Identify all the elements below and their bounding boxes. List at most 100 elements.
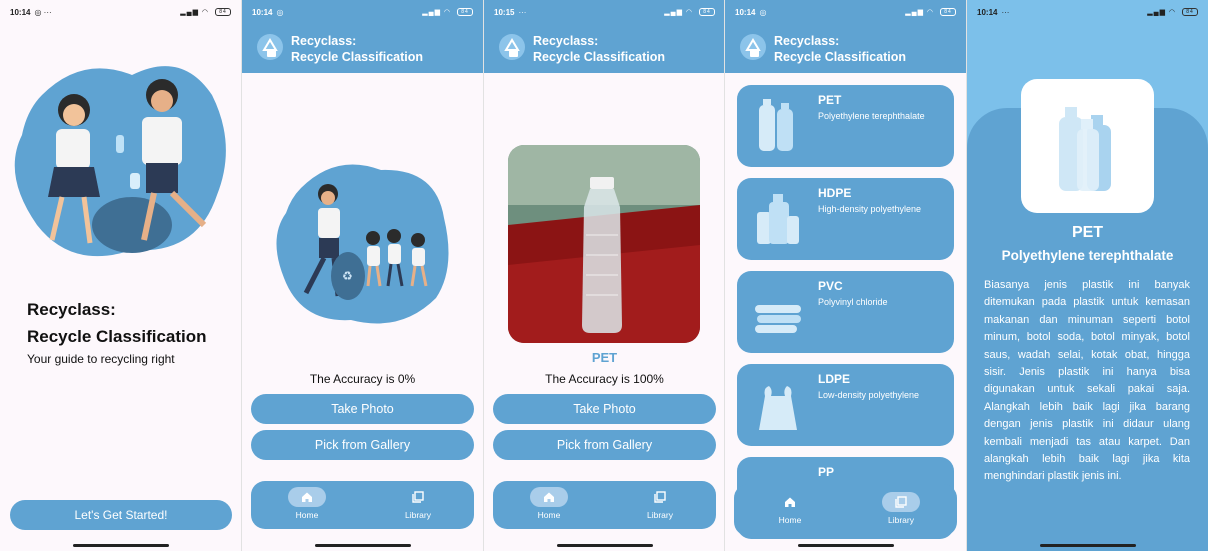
nav-home[interactable]: Home [514,487,584,520]
svg-text:♻: ♻ [342,269,353,283]
nav-library-label: Library [888,515,914,525]
library-card-code: PET [818,93,842,107]
accuracy-text: The Accuracy is 0% [309,372,416,386]
status-time: 10:14 [977,7,998,17]
nav-library-label: Library [405,510,431,520]
app-title-line2: Recycle Classification [774,50,907,64]
recycle-logo-icon [499,34,525,60]
nav-home-indicator [288,487,326,507]
library-card-code: HDPE [818,186,852,200]
notification-icons: ◎ [759,7,767,17]
detail-screen: 10:14 ··· ▂▄▆ ◠ 84 PET Polyethylene tere… [967,0,1208,551]
pvc-pipes-icon [755,305,801,333]
accuracy-text: The Accuracy is 100% [545,372,664,386]
gesture-bar[interactable] [72,544,169,547]
pick-gallery-button[interactable]: Pick from Gallery [493,430,716,460]
nav-library[interactable]: Library [383,487,453,520]
welcome-title-line2: Recycle Classification [27,327,207,346]
gesture-bar[interactable] [556,544,653,547]
nav-home[interactable]: Home [755,492,825,525]
captured-photo [508,145,700,343]
signal-wifi-icons: ▂▄▆ ◠ 84 [180,8,231,17]
app-title-line2: Recycle Classification [291,50,424,64]
signal-wifi-icons: ▂▄▆ ◠ 84 [1147,8,1198,17]
pick-gallery-button[interactable]: Pick from Gallery [251,430,474,460]
welcome-subtitle: Your guide to recycling right [27,352,175,366]
library-card-pvc[interactable]: PVC Polyvinyl chloride [737,271,954,353]
take-photo-button[interactable]: Take Photo [251,394,474,424]
status-bar: 10:14 ··· ▂▄▆ ◠ 84 [967,0,1208,24]
app-title: Recyclass: Recycle Classification [291,33,423,65]
kids-recycling-illustration [14,66,226,257]
welcome-screen: 10:14 ◎ ··· ▂▄▆ ◠ 84 Recyclass: Recycle … [0,0,241,551]
status-time: 10:14 [735,7,756,17]
app-title-line2: Recycle Classification [533,50,666,64]
take-photo-button[interactable]: Take Photo [493,394,716,424]
app-title-line1: Recyclass: [533,34,599,48]
notification-icons: ··· [1001,7,1010,17]
nav-library[interactable]: Library [625,487,695,520]
library-card-name: Polyethylene terephthalate [818,111,925,121]
notification-icons: ◎ ··· [34,7,52,17]
notification-icons: ··· [518,7,527,17]
bottom-navigation: Home Library [734,484,957,536]
gesture-bar[interactable] [314,544,411,547]
app-bar: 10:14 ◎ ▂▄▆ ◠ 84 Recyclass: Recycle Clas… [725,0,966,73]
hdpe-containers-icon [757,194,799,244]
library-card-name: Polyvinyl chloride [818,297,888,307]
classify-screen-empty: 10:14 ◎ ▂▄▆ ◠ 84 Recyclass: Recycle Clas… [242,0,483,551]
detail-description: Biasanya jenis plastik ini banyak ditemu… [984,279,1190,483]
pet-bottles-icon [759,99,793,151]
nav-library-indicator [641,487,679,507]
status-bar: 10:15 ··· ▂▄▆ ◠ 84 [484,0,725,24]
app-title: Recyclass: Recycle Classification [533,33,665,65]
gesture-bar[interactable] [1039,544,1136,547]
status-time: 10:14 [10,7,31,17]
detail-code: PET [1071,224,1104,241]
library-card-pet[interactable]: PET Polyethylene terephthalate [737,85,954,167]
nav-home-indicator [530,487,568,507]
signal-wifi-icons: ▂▄▆ ◠ 84 [664,8,715,17]
app-title: Recyclass: Recycle Classification [774,33,906,65]
detail-image-card [1021,79,1154,213]
home-icon [544,492,554,502]
get-started-button[interactable]: Let's Get Started! [10,500,232,530]
app-title-line1: Recyclass: [291,34,357,48]
nav-library-indicator [399,487,437,507]
classify-screen-result: 10:15 ··· ▂▄▆ ◠ 84 Recyclass: Recycle Cl… [484,0,725,551]
notification-icons: ◎ [276,7,284,17]
library-card-name: High-density polyethylene [818,204,922,214]
battery-icon: 84 [1182,8,1198,17]
recycle-logo-icon [257,34,283,60]
nav-home-indicator [771,492,809,512]
pet-bottles-image [1059,107,1111,191]
status-bar: 10:14 ◎ ▂▄▆ ◠ 84 [242,0,483,24]
nav-library[interactable]: Library [866,492,936,525]
recycle-logo-icon [740,34,766,60]
welcome-title: Recyclass: Recycle Classification [27,296,207,350]
family-recycling-illustration: ♻ [276,164,449,324]
battery-icon: 84 [699,8,715,17]
library-icon [412,491,424,503]
nav-library-indicator [882,492,920,512]
library-screen: 10:14 ◎ ▂▄▆ ◠ 84 Recyclass: Recycle Clas… [725,0,966,551]
status-time: 10:15 [494,7,515,17]
nav-home[interactable]: Home [272,487,342,520]
gesture-bar[interactable] [797,544,894,547]
signal-wifi-icons: ▂▄▆ ◠ 84 [422,8,473,17]
status-bar: 10:14 ◎ ▂▄▆ ◠ 84 [725,0,966,24]
signal-wifi-icons: ▂▄▆ ◠ 84 [905,8,956,17]
library-card-ldpe[interactable]: LDPE Low-density polyethylene [737,364,954,446]
library-card-code: PVC [818,279,843,293]
library-icon [654,491,666,503]
library-card-code: LDPE [818,372,851,386]
app-bar: 10:14 ◎ ▂▄▆ ◠ 84 Recyclass: Recycle Clas… [242,0,483,73]
nav-home-label: Home [778,515,802,525]
nav-home-label: Home [295,510,319,520]
library-icon [895,496,907,508]
home-icon [785,497,795,507]
battery-icon: 84 [215,8,231,17]
app-bar: 10:15 ··· ▂▄▆ ◠ 84 Recyclass: Recycle Cl… [484,0,725,73]
library-card-hdpe[interactable]: HDPE High-density polyethylene [737,178,954,260]
nav-library-label: Library [647,510,673,520]
